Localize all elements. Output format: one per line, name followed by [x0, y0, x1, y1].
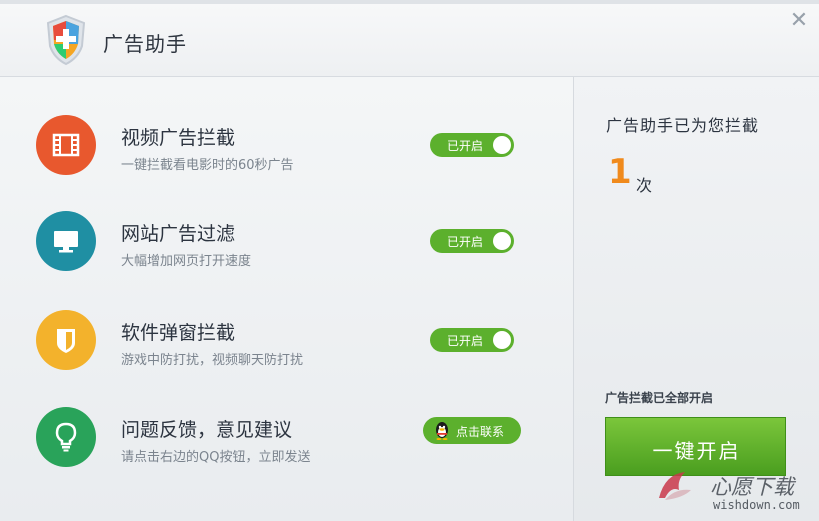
video-block-toggle[interactable]: 已开启 [430, 133, 514, 157]
feature-description: 大幅增加网页打开速度 [121, 254, 252, 269]
shield-icon [57, 329, 75, 353]
block-count-title: 广告助手已为您拦截 [606, 116, 760, 135]
feature-title: 网站广告过滤 [121, 223, 236, 245]
watermark-title: 心愿下载 [710, 475, 794, 499]
feature-title: 视频广告拦截 [121, 127, 236, 149]
block-count-value: 1 [608, 152, 632, 192]
popup-block-toggle[interactable]: 已开启 [430, 328, 514, 352]
film-icon [52, 133, 80, 157]
watermark: 心愿下载 wishdown.com [655, 462, 819, 521]
feature-title: 问题反馈，意见建议 [121, 419, 293, 441]
website-filter-toggle[interactable]: 已开启 [430, 229, 514, 253]
qq-contact-button[interactable]: 点击联系 [423, 417, 521, 444]
feature-description: 游戏中防打扰，视频聊天防打扰 [121, 353, 304, 368]
feature-description: 请点击右边的QQ按钮，立即发送 [121, 450, 311, 465]
toggle-knob [493, 232, 511, 250]
monitor-icon [54, 231, 78, 253]
feature-row-website: 网站广告过滤 大幅增加网页打开速度 已开启 [0, 199, 573, 289]
toggle-knob [493, 331, 511, 349]
qq-penguin-icon [436, 422, 448, 440]
toggle-label: 已开启 [447, 235, 484, 249]
feature-row-popup: 软件弹窗拦截 游戏中防打扰，视频聊天防打扰 已开启 [0, 298, 573, 388]
popup-feature-badge [36, 310, 96, 370]
website-feature-badge [36, 211, 96, 271]
block-count-unit: 次 [636, 176, 653, 195]
lightbulb-icon [55, 422, 77, 452]
watermark-url: wishdown.com [713, 498, 800, 512]
qq-button-label: 点击联系 [456, 425, 505, 439]
feature-row-feedback: 问题反馈，意见建议 请点击右边的QQ按钮，立即发送 点击联系 [0, 395, 573, 485]
app-title: 广告助手 [103, 32, 187, 56]
feedback-feature-badge [36, 407, 96, 467]
feature-panel: 视频广告拦截 一键拦截看电影时的60秒广告 已开启 网站广告过滤 大幅增加网页打… [0, 77, 573, 521]
close-icon[interactable]: ✕ [788, 10, 810, 32]
feature-title: 软件弹窗拦截 [121, 322, 236, 344]
feature-description: 一键拦截看电影时的60秒广告 [121, 158, 294, 173]
video-feature-badge [36, 115, 96, 175]
toggle-knob [493, 136, 511, 154]
watermark-logo-icon [659, 472, 691, 500]
toggle-label: 已开启 [447, 334, 484, 348]
title-bar: 广告助手 ✕ [0, 4, 819, 77]
toggle-label: 已开启 [447, 139, 484, 153]
feature-row-video: 视频广告拦截 一键拦截看电影时的60秒广告 已开启 [0, 103, 573, 193]
enable-all-label: 一键开启 [652, 439, 741, 463]
block-status-text: 广告拦截已全部开启 [605, 391, 714, 405]
shield-plus-icon [46, 14, 86, 66]
